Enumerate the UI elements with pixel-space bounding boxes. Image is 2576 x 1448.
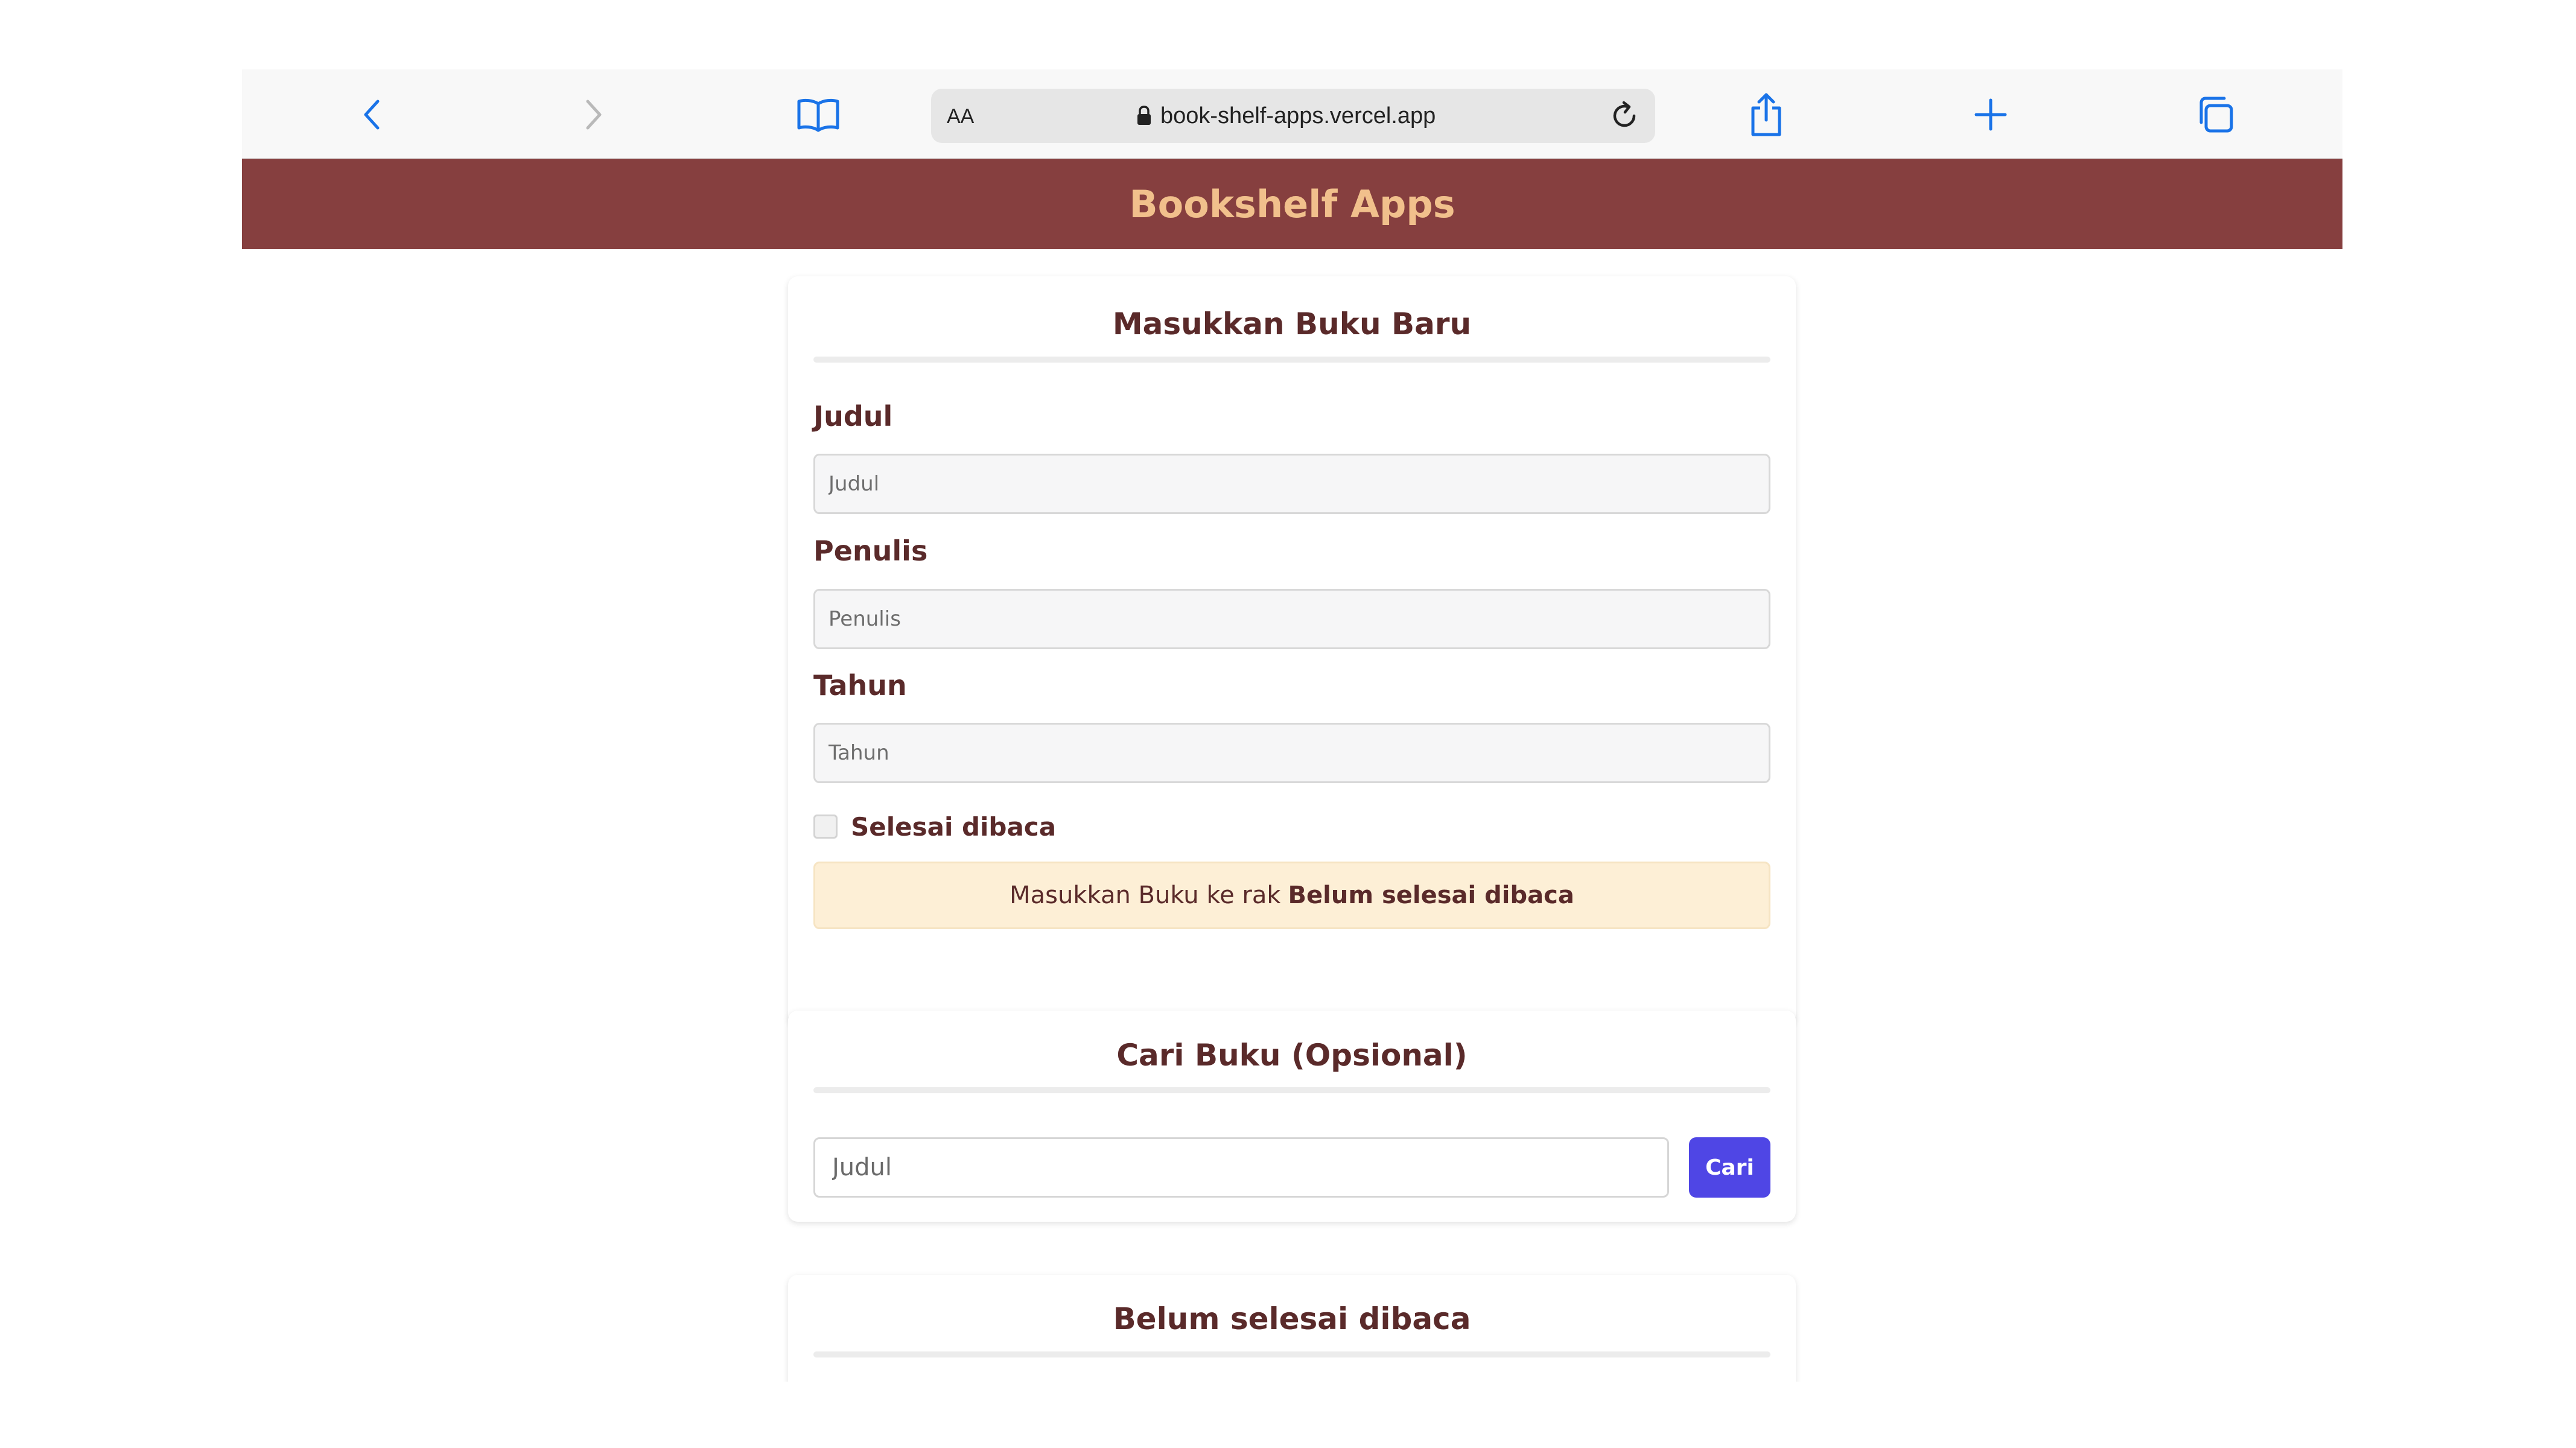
add-book-title: Masukkan Buku Baru bbox=[1112, 306, 1472, 341]
url-text: book-shelf-apps.vercel.app bbox=[1160, 103, 1436, 129]
back-button[interactable] bbox=[345, 87, 399, 142]
title-label: Judul bbox=[813, 400, 893, 433]
chevron-left-icon bbox=[364, 100, 380, 130]
tabs-overview-button[interactable] bbox=[2188, 87, 2242, 142]
lock-icon bbox=[1137, 106, 1151, 125]
app-title: Bookshelf Apps bbox=[1129, 182, 1455, 226]
search-book-card: Cari Buku (Opsional) Cari bbox=[788, 1011, 1796, 1222]
author-input[interactable] bbox=[813, 589, 1770, 649]
submit-button-target: Belum selesai dibaca bbox=[1288, 881, 1574, 909]
open-book-icon bbox=[797, 98, 839, 132]
forward-button[interactable] bbox=[567, 87, 621, 142]
app-header: Bookshelf Apps bbox=[242, 159, 2342, 249]
browser-toolbar: AA book-shelf-apps.vercel.app bbox=[242, 69, 2342, 159]
search-input[interactable] bbox=[813, 1137, 1669, 1198]
bookmarks-button[interactable] bbox=[791, 87, 845, 142]
add-book-card: Masukkan Buku Baru Judul Penulis Tahun S… bbox=[788, 276, 1796, 1024]
share-icon bbox=[1751, 93, 1781, 136]
finished-checkbox-row[interactable]: Selesai dibaca bbox=[813, 808, 1056, 845]
title-input[interactable] bbox=[813, 454, 1770, 514]
unread-shelf-card: Belum selesai dibaca bbox=[788, 1275, 1796, 1382]
author-label: Penulis bbox=[813, 535, 928, 567]
finished-checkbox-label[interactable]: Selesai dibaca bbox=[851, 812, 1056, 842]
year-label: Tahun bbox=[813, 669, 907, 702]
submit-book-button[interactable]: Masukkan Buku ke rak Belum selesai dibac… bbox=[813, 862, 1770, 929]
new-tab-button[interactable] bbox=[1964, 87, 2018, 142]
year-input[interactable] bbox=[813, 723, 1770, 783]
submit-button-prefix: Masukkan Buku ke rak bbox=[1010, 881, 1281, 909]
divider bbox=[813, 1087, 1770, 1093]
search-button[interactable]: Cari bbox=[1689, 1137, 1770, 1198]
reader-aa-button[interactable]: AA bbox=[947, 89, 974, 143]
address-bar[interactable]: AA book-shelf-apps.vercel.app bbox=[931, 89, 1655, 143]
divider bbox=[813, 1351, 1770, 1358]
reload-button[interactable] bbox=[1604, 96, 1644, 136]
chevron-right-icon bbox=[586, 100, 602, 130]
share-button[interactable] bbox=[1739, 87, 1793, 142]
divider bbox=[813, 357, 1770, 363]
search-title: Cari Buku (Opsional) bbox=[1116, 1038, 1468, 1073]
plus-icon bbox=[1974, 98, 2007, 131]
reload-icon bbox=[1613, 101, 1636, 127]
tabs-icon bbox=[2199, 97, 2233, 133]
finished-checkbox[interactable] bbox=[813, 815, 838, 839]
unread-shelf-title: Belum selesai dibaca bbox=[1113, 1301, 1471, 1336]
url-display[interactable]: book-shelf-apps.vercel.app bbox=[1136, 89, 1436, 143]
browser-window: AA book-shelf-apps.vercel.app Bookshelf … bbox=[242, 69, 2342, 1382]
